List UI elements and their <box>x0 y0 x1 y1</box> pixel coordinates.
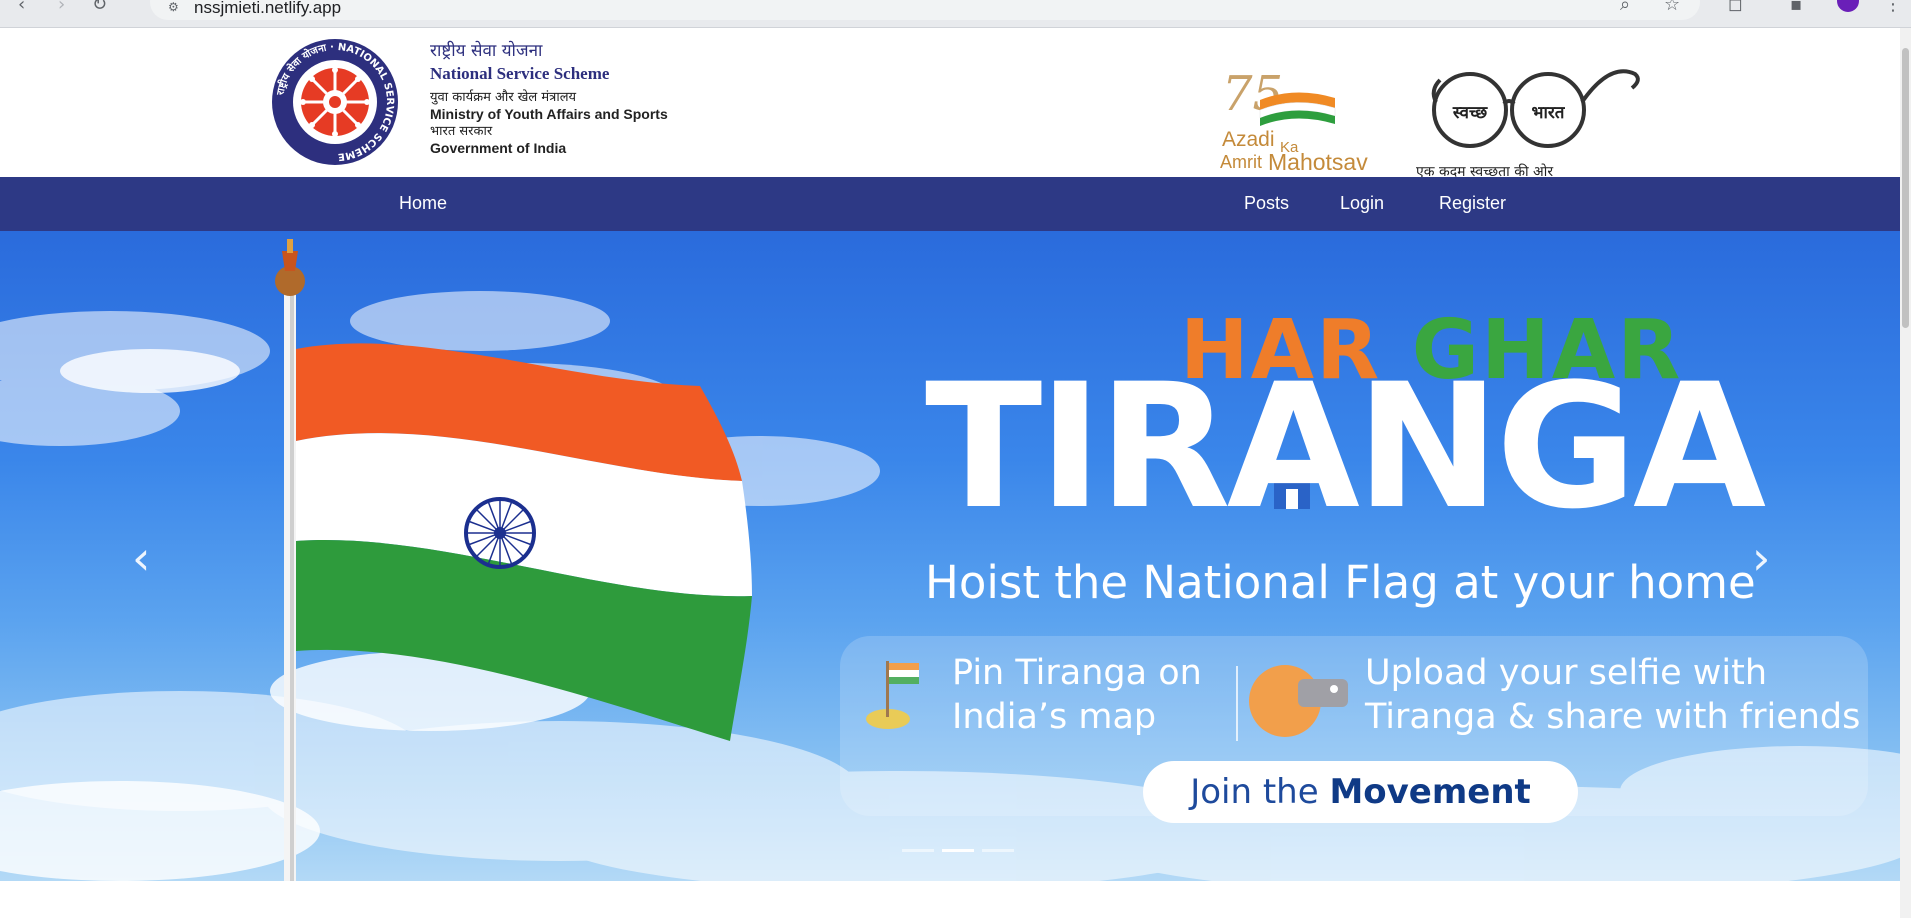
hero-carousel: HAR GHAR TIRANGA Hoist the National Flag… <box>0 231 1900 881</box>
upload-selfie-text: Upload your selfie with Tiranga & share … <box>1365 651 1860 739</box>
back-icon[interactable]: ‹ <box>18 0 25 15</box>
nss-text-block: राष्ट्रीय सेवा योजना National Service Sc… <box>430 38 668 156</box>
page-scrollbar[interactable] <box>1900 28 1911 918</box>
profile-avatar[interactable] <box>1837 0 1859 12</box>
extensions-icon[interactable]: ◻ <box>1728 0 1743 15</box>
nss-hindi-title: राष्ट्रीय सेवा योजना <box>430 41 543 61</box>
pin-tiranga-text: Pin Tiranga on India’s map <box>952 651 1202 739</box>
bharat-sarkar: भारत सरकार <box>430 124 493 139</box>
join-prefix: Join the <box>1190 772 1319 812</box>
url-text[interactable]: nssjmieti.netlify.app <box>194 0 341 18</box>
nss-title: National Service Scheme <box>430 64 610 83</box>
sidepanel-icon[interactable]: ▪ <box>1790 0 1802 15</box>
upload-line1: Upload your selfie with <box>1365 653 1768 693</box>
swachh-bharat-logo: स्वच्छ भारत एक कदम स्वच्छता की ओर <box>1416 69 1640 180</box>
swachh-left-text: स्वच्छ <box>1452 103 1488 123</box>
chevron-right-icon[interactable]: › <box>1752 531 1770 585</box>
nav-login-link[interactable]: Login <box>1340 193 1384 214</box>
join-movement-button[interactable]: Join the Movement <box>1143 761 1578 823</box>
nav-posts-link[interactable]: Posts <box>1244 193 1289 214</box>
chevron-left-icon[interactable]: ‹ <box>132 531 150 585</box>
carousel-indicator-active[interactable] <box>942 849 974 852</box>
forward-icon[interactable]: › <box>58 0 65 15</box>
join-bold: Movement <box>1329 772 1531 812</box>
azadi-line3: Mahotsav <box>1268 149 1368 175</box>
nss-logo[interactable]: राष्ट्रीय सेवा योजना · NATIONAL SERVICE … <box>271 38 399 166</box>
azadi-line2: Amrit <box>1220 152 1262 172</box>
swachh-right-text: भारत <box>1532 103 1566 123</box>
government-of-india: Government of India <box>430 140 567 156</box>
carousel-indicator[interactable] <box>902 849 934 852</box>
azadi-line1: Azadi <box>1222 128 1275 151</box>
menu-icon[interactable]: ⋮ <box>1884 0 1902 15</box>
site-info-icon[interactable]: ⚙ <box>168 0 179 14</box>
upload-line2: Tiranga & share with friends <box>1365 697 1861 737</box>
hoist-subtitle: Hoist the National Flag at your home <box>925 556 1756 609</box>
carousel-indicator[interactable] <box>982 849 1014 852</box>
pin-line1: Pin Tiranga on <box>952 653 1202 693</box>
ministry-name: Ministry of Youth Affairs and Sports <box>430 106 668 122</box>
scrollbar-thumb[interactable] <box>1902 48 1909 328</box>
azadi-ka-amrit-mahotsav-logo: 75 Azadi Ka Amrit Mahotsav <box>1220 66 1368 175</box>
panel-divider <box>1236 666 1238 741</box>
browser-toolbar: ‹ › ↻ ⚙ nssjmieti.netlify.app ⌕ ☆ ◻ ▪ ⋮ <box>0 0 1911 28</box>
reload-icon[interactable]: ↻ <box>92 0 107 15</box>
pin-line2: India’s map <box>952 697 1157 737</box>
ministry-hindi: युवा कार्यक्रम और खेल मंत्रालय <box>430 90 577 105</box>
tiranga-heading: TIRANGA <box>925 346 1766 547</box>
main-navbar: Home Posts Login Register <box>0 177 1900 231</box>
nav-home-link[interactable]: Home <box>399 193 447 214</box>
carousel-indicators <box>902 849 1014 852</box>
address-bar[interactable]: ⚙ nssjmieti.netlify.app <box>150 0 1700 20</box>
bookmark-star-icon[interactable]: ☆ <box>1664 0 1680 15</box>
nav-register-link[interactable]: Register <box>1439 193 1506 214</box>
site-header: राष्ट्रीय सेवा योजना · NATIONAL SERVICE … <box>0 28 1900 180</box>
zoom-search-icon[interactable]: ⌕ <box>1620 0 1630 15</box>
